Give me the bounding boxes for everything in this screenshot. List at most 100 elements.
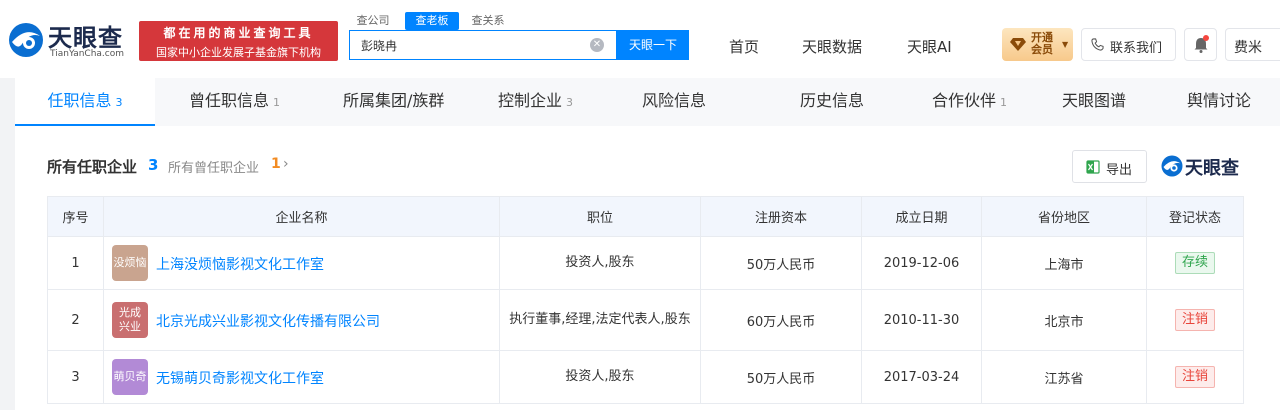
search-box: ✕: [349, 30, 617, 60]
search-button[interactable]: 天眼一下: [617, 30, 689, 60]
tianyancha-logo[interactable]: 天眼查 TianYanCha.com: [8, 20, 134, 64]
company-logo[interactable]: 萌贝奇: [112, 359, 148, 395]
status-badge: 注销: [1174, 309, 1215, 331]
tab-graph[interactable]: 天眼图谱: [1062, 78, 1126, 126]
company-cell: 没烦恼 上海没烦恼影视文化工作室: [103, 236, 500, 290]
vip-label: 开通会员: [1031, 31, 1053, 56]
vip-button[interactable]: 开通会员 ▼: [1002, 28, 1073, 61]
position-cell: 投资人,股东: [499, 236, 701, 290]
table-row: 2 光成 兴业 北京光成兴业影视文化传播有限公司 执行董事,经理,法定代表人,股…: [47, 289, 1244, 351]
logo-eye-icon: [1161, 155, 1183, 177]
column-header: 序号: [47, 196, 104, 237]
tab-risk[interactable]: 风险信息: [642, 78, 706, 126]
search-tab-boss[interactable]: 查老板: [405, 12, 459, 30]
tab-count: 1: [1000, 96, 1008, 109]
column-header: 登记状态: [1146, 196, 1244, 237]
region-cell: 江苏省: [981, 350, 1147, 404]
nav-tianyan-ai[interactable]: 天眼AI: [907, 36, 952, 57]
row-number: 2: [47, 289, 104, 351]
positions-table: 序号 企业名称 职位 注册资本 成立日期 省份地区 登记状态 1 没烦恼 上海没…: [47, 196, 1244, 404]
tab-label: 天眼图谱: [1062, 91, 1127, 110]
former-companies-link[interactable]: 所有曾任职企业: [168, 157, 259, 176]
tab-former-positions[interactable]: 曾任职信息 1: [189, 78, 280, 126]
search-tab-company[interactable]: 查公司: [349, 12, 397, 30]
logo-eye-icon: [9, 23, 43, 57]
user-menu[interactable]: 费米: [1225, 28, 1280, 61]
watermark-text: 天眼查: [1185, 158, 1239, 179]
tab-controlled-companies[interactable]: 控制企业 3: [498, 78, 573, 126]
search-input[interactable]: [350, 31, 590, 59]
nav-home[interactable]: 首页: [729, 36, 759, 57]
capital-cell: 50万人民币: [700, 236, 862, 290]
section-count: 3: [148, 156, 159, 174]
column-header: 企业名称: [103, 196, 500, 237]
former-companies-count: 1: [271, 156, 281, 172]
company-name-link[interactable]: 北京光成兴业影视文化传播有限公司: [156, 311, 380, 331]
status-badge: 注销: [1174, 366, 1215, 388]
row-number: 1: [47, 236, 104, 290]
export-label: 导出: [1106, 163, 1133, 178]
company-logo[interactable]: 没烦恼: [112, 245, 148, 281]
column-header: 职位: [499, 196, 701, 237]
tab-label: 合作伙伴: [932, 91, 997, 110]
company-logo[interactable]: 光成 兴业: [112, 302, 148, 338]
logo-subtext: TianYanCha.com: [50, 49, 125, 59]
column-header: 成立日期: [861, 196, 982, 237]
company-cell: 光成 兴业 北京光成兴业影视文化传播有限公司: [103, 289, 500, 351]
table-row: 1 没烦恼 上海没烦恼影视文化工作室 投资人,股东 50万人民币 2019-12…: [47, 236, 1244, 290]
chevron-right-icon[interactable]: ›: [283, 156, 289, 172]
notification-dot: [1203, 35, 1209, 41]
nav-tianyan-data[interactable]: 天眼数据: [802, 36, 862, 57]
company-name-link[interactable]: 上海没烦恼影视文化工作室: [156, 254, 324, 274]
excel-icon: [1086, 160, 1100, 174]
date-cell: 2019-12-06: [861, 236, 982, 290]
column-header: 省份地区: [981, 196, 1147, 237]
export-button[interactable]: 导出: [1072, 150, 1147, 183]
slogan-line1: 都在用的商业查询工具: [163, 26, 314, 40]
top-header: 天眼查 TianYanCha.com 都在用的商业查询工具 国家中小企业发展子基…: [0, 0, 1280, 78]
logo-text: 天眼查: [48, 24, 123, 52]
tab-history[interactable]: 历史信息: [800, 78, 864, 126]
chevron-down-icon: ▼: [1062, 40, 1069, 49]
phone-icon: [1091, 38, 1104, 51]
main-card: 任职信息 3 曾任职信息 1 所属集团/族群 控制企业 3 风险信息 历史信息 合作伙…: [15, 78, 1280, 410]
tab-count: 3: [566, 96, 574, 109]
tab-label: 所属集团/族群: [343, 91, 445, 110]
tab-label: 风险信息: [642, 91, 707, 110]
tab-label: 任职信息: [47, 91, 112, 110]
active-tab-underline: [15, 124, 155, 126]
tab-label: 曾任职信息: [189, 91, 270, 110]
date-cell: 2010-11-30: [861, 289, 982, 351]
slogan-banner: 都在用的商业查询工具 国家中小企业发展子基金旗下机构: [139, 21, 338, 61]
diamond-icon: [1010, 38, 1026, 51]
company-cell: 萌贝奇 无锡萌贝奇影视文化工作室: [103, 350, 500, 404]
column-header: 注册资本: [700, 196, 862, 237]
status-cell: 注销: [1146, 350, 1244, 404]
table-header-row: 序号 企业名称 职位 注册资本 成立日期 省份地区 登记状态: [47, 196, 1244, 237]
company-name-link[interactable]: 无锡萌贝奇影视文化工作室: [156, 368, 324, 388]
capital-cell: 60万人民币: [700, 289, 862, 351]
tab-group[interactable]: 所属集团/族群: [343, 78, 444, 126]
region-cell: 北京市: [981, 289, 1147, 351]
contact-button[interactable]: 联系我们: [1081, 28, 1176, 61]
status-cell: 存续: [1146, 236, 1244, 290]
capital-cell: 50万人民币: [700, 350, 862, 404]
tab-label: 历史信息: [800, 91, 865, 110]
contact-label: 联系我们: [1110, 41, 1163, 56]
notification-button[interactable]: [1184, 28, 1217, 61]
section-title: 所有任职企业: [47, 158, 138, 176]
tab-label: 舆情讨论: [1187, 91, 1252, 110]
tab-partners[interactable]: 合作伙伴 1: [932, 78, 1007, 126]
tab-current-positions[interactable]: 任职信息 3: [15, 78, 155, 126]
clear-icon[interactable]: ✕: [590, 38, 604, 52]
status-badge: 存续: [1174, 252, 1215, 274]
tab-bar: 任职信息 3 曾任职信息 1 所属集团/族群 控制企业 3 风险信息 历史信息 合作伙…: [15, 78, 1280, 126]
slogan-line2: 国家中小企业发展子基金旗下机构: [156, 46, 321, 59]
tab-count: 1: [273, 96, 281, 109]
search-tab-relation[interactable]: 查关系: [464, 12, 512, 30]
region-cell: 上海市: [981, 236, 1147, 290]
tab-count: 3: [115, 96, 123, 109]
table-row: 3 萌贝奇 无锡萌贝奇影视文化工作室 投资人,股东 50万人民币 2017-03…: [47, 350, 1244, 404]
tab-public-opinion[interactable]: 舆情讨论: [1187, 78, 1251, 126]
position-cell: 投资人,股东: [499, 350, 701, 404]
